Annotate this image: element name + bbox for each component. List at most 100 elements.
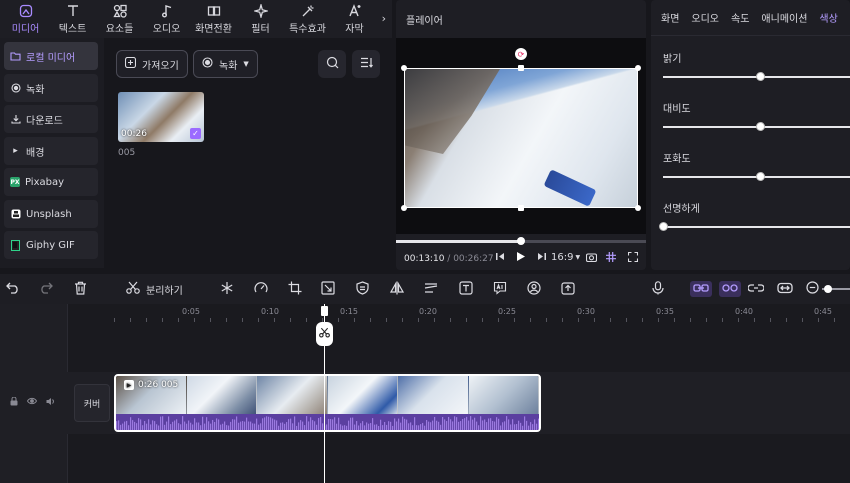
sharpness-slider[interactable] [659,222,850,231]
waveform-bar [250,421,252,430]
properties-panel: 화면 오디오 속도 애니메이션 색상 밝기 대비도 포화도 선명하게 [651,0,850,270]
undo-button[interactable] [6,281,20,297]
fit-button[interactable] [777,281,793,297]
snapshot-button[interactable] [585,252,598,265]
video-frame[interactable] [404,68,638,208]
saturation-slider[interactable] [663,172,850,181]
export-tool-button[interactable] [561,281,575,297]
rotate-handle-icon[interactable]: ⟳ [515,48,527,60]
ai-tool-button[interactable] [493,281,507,297]
contrast-slider[interactable] [663,122,850,131]
sidebar-item-unsplash[interactable]: Unsplash [4,200,98,228]
tab-color[interactable]: 색상 [819,10,837,25]
link-button[interactable] [690,281,712,297]
tool-caption[interactable]: 자막 [331,0,378,38]
flip-icon [389,281,405,298]
check-icon[interactable]: ✓ [190,128,201,139]
time-ruler[interactable]: 0:05 0:10 0:15 0:20 0:25 0:30 0:35 0:40 0:45 [68,304,850,324]
resize-handle[interactable] [635,65,641,71]
tool-filter[interactable]: 필터 [237,0,284,38]
redo-button[interactable] [39,281,53,297]
ruler-tick-label: 0:15 [340,307,358,316]
zoom-knob[interactable] [824,285,832,293]
detach-audio-button[interactable] [747,281,765,297]
tool-transition[interactable]: 화면전환 [190,0,237,38]
slider-knob[interactable] [756,172,766,181]
text-tool-button[interactable] [459,280,473,297]
sidebar-item-download[interactable]: 다운로드 [4,105,98,133]
slider-knob[interactable] [756,122,766,131]
prev-frame-button[interactable] [496,252,505,264]
freeze-button[interactable] [220,281,234,297]
fullscreen-button[interactable] [627,251,639,265]
tab-screen[interactable]: 화면 [661,10,679,25]
split-button[interactable]: 분리하기 [126,281,183,297]
progress-knob[interactable] [517,237,525,245]
zoom-out-button[interactable] [806,281,819,297]
zoom-slider[interactable] [822,285,850,293]
next-frame-button[interactable] [537,252,546,264]
adjust-button[interactable] [424,281,438,297]
tool-elements[interactable]: 요소들 [96,0,143,38]
tool-effects[interactable]: 특수효과 [284,0,331,38]
resize-handle[interactable] [635,205,641,211]
tab-speed[interactable]: 속도 [731,10,749,25]
resize-handle[interactable] [401,65,407,71]
waveform-bar [460,421,462,430]
waveform-bar [338,417,340,430]
speaker-icon[interactable] [46,397,56,409]
waveform-bar [278,425,280,430]
brightness-slider[interactable] [663,72,850,81]
record-icon [202,57,213,71]
eye-icon[interactable] [26,397,38,409]
waveform-bar [424,425,426,430]
resize-handle[interactable] [401,205,407,211]
record-dropdown-button[interactable]: 녹화 ▼ [193,50,258,78]
sort-button[interactable] [352,50,380,78]
person-tool-button[interactable] [527,280,541,297]
tool-audio[interactable]: 오디오 [143,0,190,38]
sidebar-item-giphy[interactable]: Giphy GIF [4,231,98,259]
resize-handle[interactable] [518,65,524,71]
slider-knob[interactable] [659,222,668,231]
tab-animation[interactable]: 애니메이션 [761,10,807,25]
lock-icon[interactable] [10,396,18,409]
playback-progress[interactable] [396,237,646,245]
tab-audio[interactable]: 오디오 [691,10,719,25]
sidebar-item-pixabay[interactable]: PX Pixabay [4,168,98,196]
search-button[interactable] [318,50,346,78]
clip-badge: ▶ 0:26 005 [124,380,178,390]
media-clip-thumbnail[interactable]: 00:26 ✓ [118,92,204,142]
mask-button[interactable] [356,280,369,297]
unsplash-icon [10,209,21,220]
play-button[interactable] [517,252,525,264]
cover-button[interactable]: 커버 [74,384,110,422]
sidebar-item-background[interactable]: ▸ 배경 [4,137,98,165]
tool-text[interactable]: 텍스트 [49,0,96,38]
ruler-tick [530,318,531,322]
aspect-ratio-dropdown[interactable]: 16:9 ▼ [551,252,580,263]
tool-media[interactable]: 미디어 [2,0,49,38]
resize-clip-button[interactable] [321,280,335,297]
playhead-split-handle[interactable] [316,322,333,346]
delete-button[interactable] [74,281,87,297]
snap-button[interactable] [719,281,741,297]
import-button[interactable]: 가져오기 [116,50,188,78]
voiceover-button[interactable] [652,280,664,297]
flip-button[interactable] [389,281,405,298]
resize-handle[interactable] [518,205,524,211]
timeline: 0:05 0:10 0:15 0:20 0:25 0:30 0:35 0:40 0:45 커버 … [0,304,850,483]
waveform-bar [358,425,360,430]
ruler-tick [786,318,787,322]
toolbar-more-arrow[interactable]: › [382,12,386,25]
crop-button[interactable] [288,281,302,297]
slider-knob[interactable] [756,72,766,81]
ruler-tick [578,318,579,322]
waveform-bar [308,421,310,430]
speed-button[interactable] [254,281,268,297]
timeline-video-clip[interactable]: ▶ 0:26 005 [114,374,541,432]
playhead-handle[interactable] [321,306,328,316]
grid-button[interactable] [606,252,616,265]
sidebar-item-local-media[interactable]: 로컬 미디어 [4,42,98,70]
sidebar-item-record[interactable]: 녹화 [4,74,98,102]
